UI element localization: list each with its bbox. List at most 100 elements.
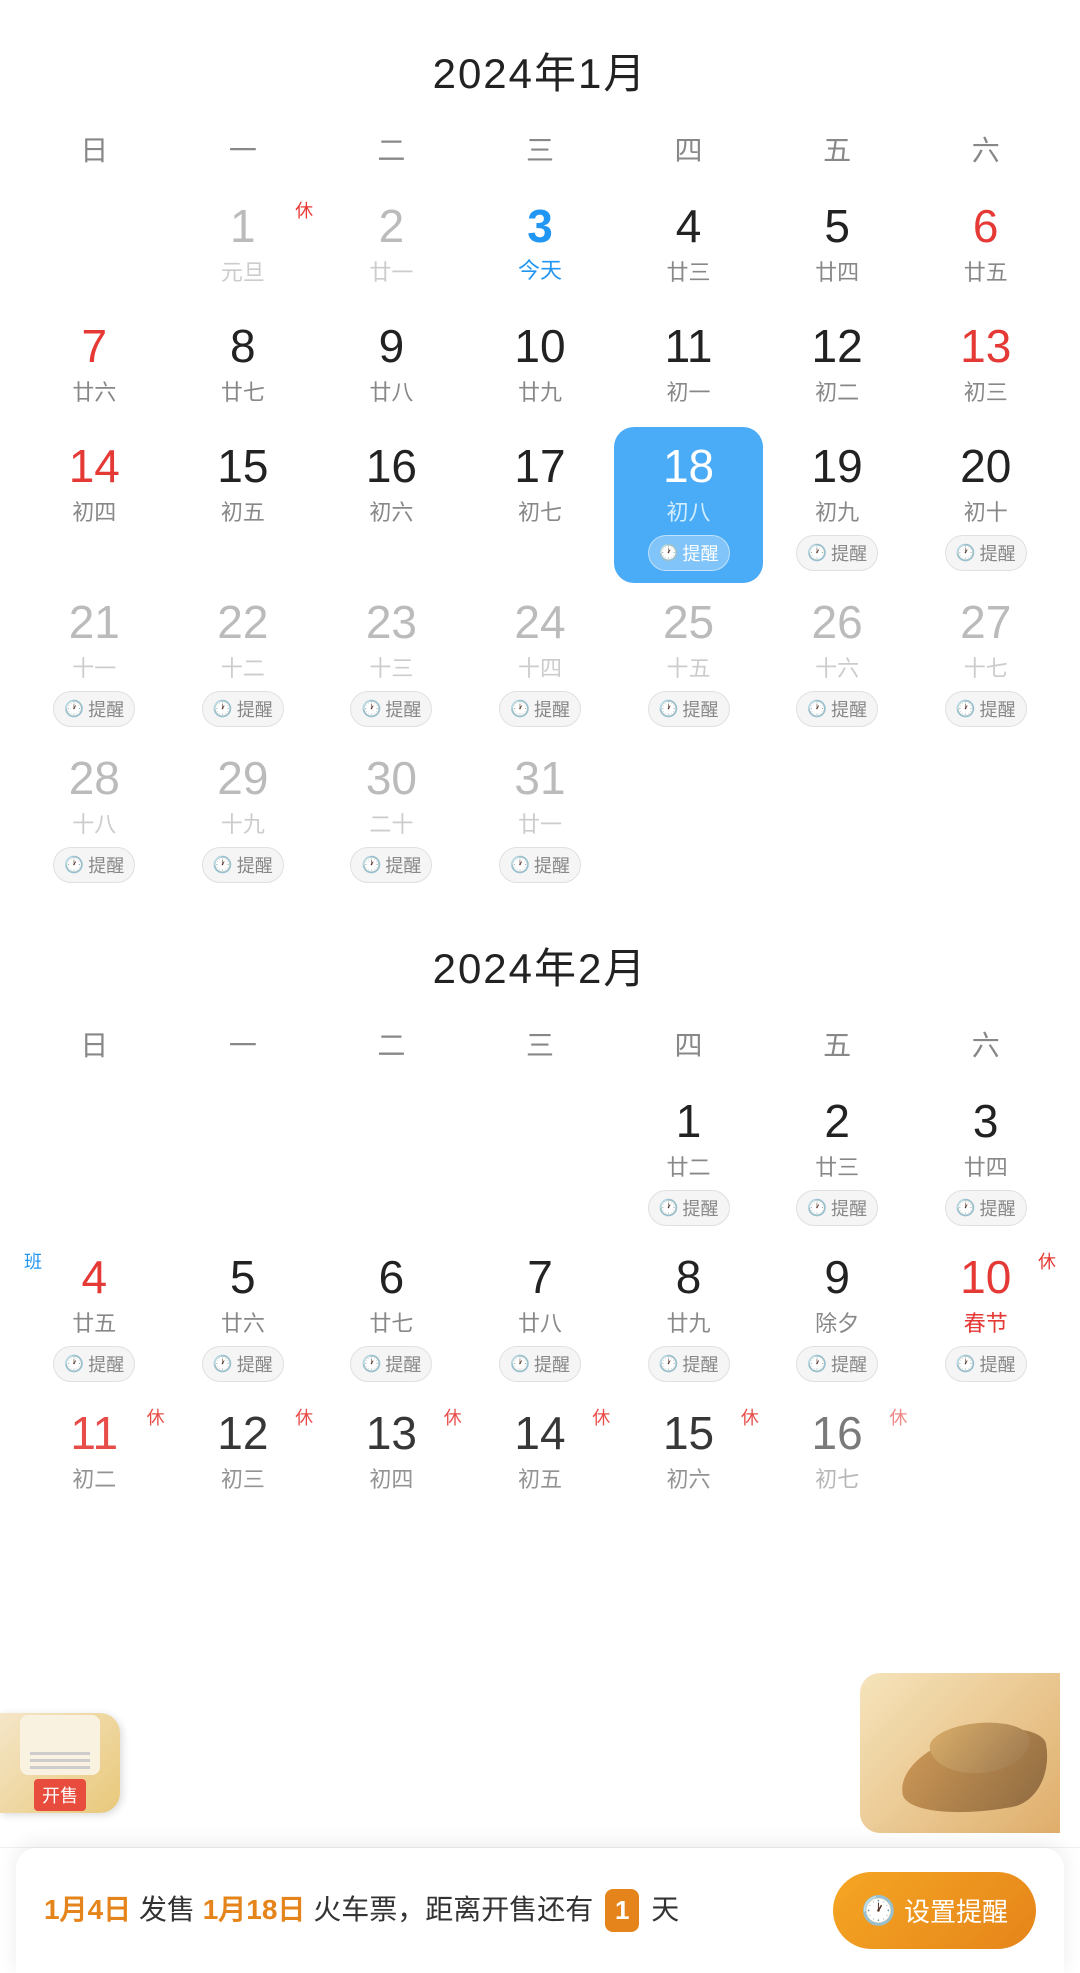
feb-day-num-1: 1 [676, 1098, 702, 1144]
reminder-btn-29[interactable]: 🕐 提醒 [202, 847, 284, 883]
feb-day-1[interactable]: 1 廿二 🕐 提醒 [614, 1082, 763, 1238]
feb-reminder-btn-2[interactable]: 🕐 提醒 [796, 1190, 878, 1226]
feb-day-10[interactable]: 休 10 春节 🕐 提醒 [911, 1238, 1060, 1394]
feb-reminder-btn-6[interactable]: 🕐 提醒 [350, 1346, 432, 1382]
jan-day-8[interactable]: 8 廿七 [169, 307, 318, 427]
feb-day-12[interactable]: 休 12 初三 [169, 1394, 318, 1514]
day-num-19: 19 [812, 443, 863, 489]
feb-day-4[interactable]: 班 4 廿五 🕐 提醒 [20, 1238, 169, 1394]
reminder-btn-22[interactable]: 🕐 提醒 [202, 691, 284, 727]
jan-day-18[interactable]: 18 初八 🕐 提醒 [614, 427, 763, 583]
day-lunar-11: 初一 [667, 375, 711, 407]
reminder-btn-19[interactable]: 🕐 提醒 [796, 535, 878, 571]
jan-day-19[interactable]: 19 初九 🕐 提醒 [763, 427, 912, 583]
day-num-18: 18 [663, 443, 714, 489]
reminder-btn-24[interactable]: 🕐 提醒 [499, 691, 581, 727]
feb-reminder-btn-10[interactable]: 🕐 提醒 [945, 1346, 1027, 1382]
reminder-btn-21[interactable]: 🕐 提醒 [53, 691, 135, 727]
feb-day-9[interactable]: 9 除夕 🕐 提醒 [763, 1238, 912, 1394]
feb-reminder-btn-5[interactable]: 🕐 提醒 [202, 1346, 284, 1382]
feb-day-15[interactable]: 休 15 初六 [614, 1394, 763, 1514]
feb-day-14[interactable]: 休 14 初五 [466, 1394, 615, 1514]
jan-day-31[interactable]: 31 廿一 🕐 提醒 [466, 739, 615, 895]
feb-day-num-10: 10 [960, 1254, 1011, 1300]
feb-reminder-btn-4[interactable]: 🕐 提醒 [53, 1346, 135, 1382]
reminder-btn-28[interactable]: 🕐 提醒 [53, 847, 135, 883]
feb-reminder-btn-3[interactable]: 🕐 提醒 [945, 1190, 1027, 1226]
set-reminder-button[interactable]: 🕐 设置提醒 [833, 1872, 1036, 1949]
reminder-btn-25[interactable]: 🕐 提醒 [648, 691, 730, 727]
jan-day-21[interactable]: 21 十一 🕐 提醒 [20, 583, 169, 739]
jan-day-24[interactable]: 24 十四 🕐 提醒 [466, 583, 615, 739]
day-num-12: 12 [812, 323, 863, 369]
jan-day-2[interactable]: 2 廿一 [317, 187, 466, 307]
text-part-2: 火车票，距离开售还有 [313, 1894, 593, 1925]
text-part-1: 发售 [139, 1894, 203, 1925]
day-num-20: 20 [960, 443, 1011, 489]
feb-day-3[interactable]: 3 廿四 🕐 提醒 [911, 1082, 1060, 1238]
jan-day-17[interactable]: 17 初七 [466, 427, 615, 583]
empty-jan-end-1 [614, 739, 763, 895]
jan-day-22[interactable]: 22 十二 🕐 提醒 [169, 583, 318, 739]
jan-day-7[interactable]: 7 廿六 [20, 307, 169, 427]
jan-day-29[interactable]: 29 十九 🕐 提醒 [169, 739, 318, 895]
reminder-label-25: 提醒 [683, 696, 719, 722]
reminder-btn-18[interactable]: 🕐 提醒 [648, 535, 730, 571]
feb-clock-1: 🕐 [659, 1198, 679, 1218]
jan-day-25[interactable]: 25 十五 🕐 提醒 [614, 583, 763, 739]
feb-reminder-label-1: 提醒 [683, 1195, 719, 1221]
jan-day-16[interactable]: 16 初六 [317, 427, 466, 583]
feb-day-lunar-3: 廿四 [964, 1150, 1008, 1182]
day-lunar-17: 初七 [518, 495, 562, 527]
feb-reminder-btn-9[interactable]: 🕐 提醒 [796, 1346, 878, 1382]
jan-day-30[interactable]: 30 二十 🕐 提醒 [317, 739, 466, 895]
jan-day-9[interactable]: 9 廿八 [317, 307, 466, 427]
jan-day-10[interactable]: 10 廿九 [466, 307, 615, 427]
clock-icon-27: 🕐 [956, 699, 976, 719]
jan-day-26[interactable]: 26 十六 🕐 提醒 [763, 583, 912, 739]
reminder-btn-31[interactable]: 🕐 提醒 [499, 847, 581, 883]
reminder-btn-20[interactable]: 🕐 提醒 [945, 535, 1027, 571]
jan-day-23[interactable]: 23 十三 🕐 提醒 [317, 583, 466, 739]
empty-feb-4 [466, 1082, 615, 1238]
jan-day-15[interactable]: 15 初五 [169, 427, 318, 583]
day-lunar-4: 廿三 [667, 255, 711, 287]
feb-day-13[interactable]: 休 13 初四 [317, 1394, 466, 1514]
feb-day-2[interactable]: 2 廿三 🕐 提醒 [763, 1082, 912, 1238]
jan-day-28[interactable]: 28 十八 🕐 提醒 [20, 739, 169, 895]
jan-day-11[interactable]: 11 初一 [614, 307, 763, 427]
jan-day-5[interactable]: 5 廿四 [763, 187, 912, 307]
feb-day-11[interactable]: 休 11 初二 [20, 1394, 169, 1514]
day-lunar-22: 十二 [221, 651, 265, 683]
reminder-btn-30[interactable]: 🕐 提醒 [350, 847, 432, 883]
feb-day-7[interactable]: 7 廿八 🕐 提醒 [466, 1238, 615, 1394]
reminder-btn-23[interactable]: 🕐 提醒 [350, 691, 432, 727]
feb-weekday-mon: 一 [169, 1016, 318, 1072]
jan-day-14[interactable]: 14 初四 [20, 427, 169, 583]
jan-day-6[interactable]: 6 廿五 [911, 187, 1060, 307]
jan-day-20[interactable]: 20 初十 🕐 提醒 [911, 427, 1060, 583]
jan-day-13[interactable]: 13 初三 [911, 307, 1060, 427]
jan-day-12[interactable]: 12 初二 [763, 307, 912, 427]
day-lunar-27: 十七 [964, 651, 1008, 683]
feb-reminder-btn-1[interactable]: 🕐 提醒 [648, 1190, 730, 1226]
feb-weekday-sat: 六 [911, 1016, 1060, 1072]
feb-day-16[interactable]: 休 16 初七 [763, 1394, 912, 1514]
jan-day-4[interactable]: 4 廿三 [614, 187, 763, 307]
feb-day-8[interactable]: 8 廿九 🕐 提醒 [614, 1238, 763, 1394]
clock-icon-31: 🕐 [510, 855, 530, 875]
day-num-14: 14 [69, 443, 120, 489]
jan-day-27[interactable]: 27 十七 🕐 提醒 [911, 583, 1060, 739]
feb-day-5[interactable]: 5 廿六 🕐 提醒 [169, 1238, 318, 1394]
jan-day-1[interactable]: 休 1 元旦 [169, 187, 318, 307]
jan-day-3[interactable]: 3 今天 [466, 187, 615, 307]
feb-reminder-btn-8[interactable]: 🕐 提醒 [648, 1346, 730, 1382]
reminder-btn-26[interactable]: 🕐 提醒 [796, 691, 878, 727]
feb-day-num-9: 9 [824, 1254, 850, 1300]
feb-reminder-btn-7[interactable]: 🕐 提醒 [499, 1346, 581, 1382]
empty-feb-2 [169, 1082, 318, 1238]
feb-day-6[interactable]: 6 廿七 🕐 提醒 [317, 1238, 466, 1394]
reminder-btn-27[interactable]: 🕐 提醒 [945, 691, 1027, 727]
reminder-label-26: 提醒 [831, 696, 867, 722]
day-lunar-9: 廿八 [369, 375, 413, 407]
